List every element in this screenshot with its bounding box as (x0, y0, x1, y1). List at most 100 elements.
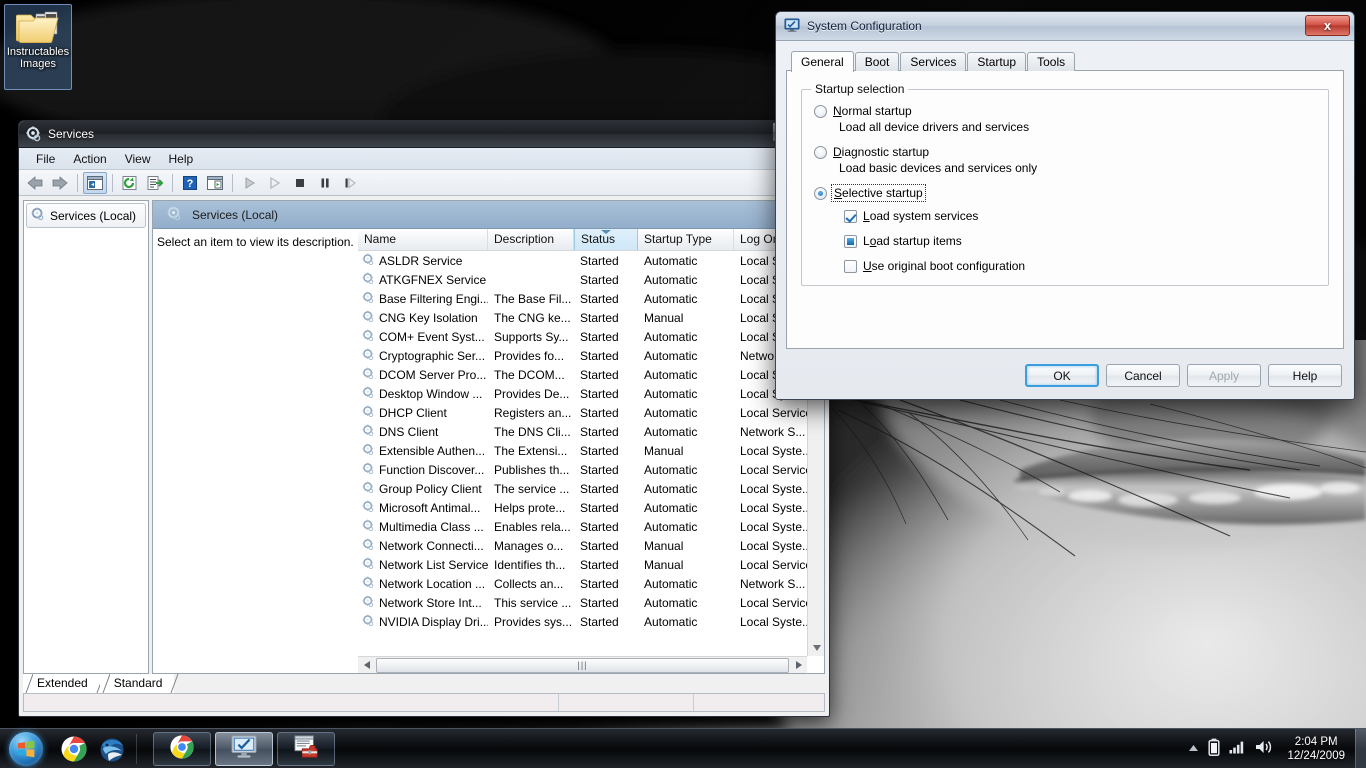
table-row[interactable]: Microsoft Antimal... Helps prote... Starte… (358, 498, 807, 517)
system-configuration-dialog[interactable]: System Configuration x General Boot Servic… (775, 11, 1355, 400)
menu-view[interactable]: View (116, 150, 160, 168)
help-button[interactable]: Help (1268, 364, 1342, 387)
desktop[interactable]: Instructables Images Services File Actio… (0, 0, 1366, 768)
help-icon[interactable]: ? (178, 172, 202, 194)
table-row[interactable]: Group Policy Client The service ... Starte… (358, 479, 807, 498)
table-row[interactable]: Multimedia Class ... Enables rela... Start… (358, 517, 807, 536)
scroll-right-arrow-icon[interactable] (790, 657, 807, 673)
msconfig-titlebar[interactable]: System Configuration x (776, 12, 1354, 41)
table-row[interactable]: DHCP Client Registers an... Started Automat… (358, 403, 807, 422)
thunderbird-icon[interactable] (98, 735, 126, 763)
services-list-rows[interactable]: ASLDR Service Started Automatic Local S... A… (358, 251, 807, 656)
taskbar-button-chrome[interactable] (153, 731, 211, 766)
column-header-status[interactable]: Status (574, 229, 638, 250)
table-row[interactable]: COM+ Event Syst... Supports Sy... Started A… (358, 327, 807, 346)
battery-icon[interactable] (1208, 738, 1220, 759)
taskbar-clock[interactable]: 2:04 PM 12/24/2009 (1281, 735, 1355, 763)
checkbox-load-system-services[interactable] (844, 209, 857, 223)
radio-row-selective-startup[interactable]: Selective startup (814, 184, 1316, 202)
column-header-name[interactable]: Name (358, 229, 488, 250)
show-hidden-icons-icon[interactable] (1188, 742, 1199, 756)
restart-service-icon[interactable] (263, 172, 287, 194)
scroll-down-arrow-icon[interactable] (808, 640, 824, 656)
services-window[interactable]: Services File Action View Help ? Service… (18, 120, 830, 717)
table-row[interactable]: Desktop Window ... Provides De... Started A… (358, 384, 807, 403)
checkbox-load-startup-items[interactable] (844, 234, 857, 248)
tab-tools[interactable]: Tools (1027, 52, 1076, 71)
table-row[interactable]: NVIDIA Display Dri... Provides sys... Star… (358, 612, 807, 631)
cancel-button[interactable]: Cancel (1106, 364, 1180, 387)
checkbox-row-load-startup-items[interactable]: Load startup items (844, 234, 1316, 248)
table-row[interactable]: Network Connecti... Manages o... Started Ma… (358, 536, 807, 555)
table-row[interactable]: Network Store Int... This service ... Star… (358, 593, 807, 612)
horizontal-scroll-thumb[interactable]: ||| (376, 657, 789, 673)
start-service-icon[interactable] (238, 172, 262, 194)
desktop-icon-instructables-images[interactable]: Instructables Images (4, 4, 72, 90)
services-list-horizontal-scrollbar[interactable]: ||| (358, 656, 807, 673)
checkbox-use-original-boot-configuration[interactable] (844, 259, 857, 273)
services-titlebar[interactable]: Services (19, 121, 829, 148)
tab-startup[interactable]: Startup (967, 52, 1027, 71)
radio-normal-startup[interactable] (814, 104, 827, 118)
services-view-tabs[interactable]: Extended Standard (23, 674, 825, 694)
services-menubar[interactable]: File Action View Help (19, 148, 829, 170)
column-header-startup[interactable]: Startup Type (638, 229, 734, 250)
services-list[interactable]: Name Description Status Startup Type Log On … (358, 229, 824, 673)
table-row[interactable]: ASLDR Service Started Automatic Local S... (358, 251, 807, 270)
refresh-icon[interactable] (118, 172, 142, 194)
ok-button[interactable]: OK (1025, 364, 1099, 387)
tab-boot[interactable]: Boot (854, 52, 900, 71)
menu-file[interactable]: File (27, 150, 64, 168)
menu-action[interactable]: Action (64, 150, 115, 168)
forward-icon[interactable] (48, 172, 72, 194)
table-row[interactable]: ATKGFNEX Service Started Automatic Local S.… (358, 270, 807, 289)
pause-service-icon[interactable] (313, 172, 337, 194)
table-row[interactable]: Base Filtering Engi... The Base Fil... Sta… (358, 289, 807, 308)
show-hide-console-tree-icon[interactable] (83, 171, 107, 194)
tab-services[interactable]: Services (900, 52, 967, 71)
tray-icons[interactable] (1180, 738, 1281, 759)
tree-node-services-local[interactable]: Services (Local) (26, 203, 146, 228)
close-icon[interactable]: x (1305, 15, 1350, 36)
msconfig-tabstrip[interactable]: General Boot Services Startup Tools (786, 50, 1344, 72)
services-toolbar[interactable]: ? (19, 170, 829, 196)
tab-general[interactable]: General (791, 51, 854, 72)
task-buttons[interactable] (153, 731, 335, 766)
chrome-icon[interactable] (60, 735, 88, 763)
menu-help[interactable]: Help (160, 150, 203, 168)
table-row[interactable]: DNS Client The DNS Cli... Started Automatic… (358, 422, 807, 441)
export-list-icon[interactable] (143, 172, 167, 194)
quick-launch[interactable] (60, 735, 126, 763)
taskbar[interactable]: 2:04 PM 12/24/2009 (0, 728, 1366, 768)
view-tab-extended[interactable]: Extended (23, 674, 105, 693)
checkbox-row-use-original-boot-configuration[interactable]: Use original boot configuration (844, 259, 1316, 273)
scroll-left-arrow-icon[interactable] (358, 657, 375, 673)
checkbox-row-load-system-services[interactable]: Load system services (844, 209, 1316, 223)
table-row[interactable]: CNG Key Isolation The CNG ke... Started Man… (358, 308, 807, 327)
start-button[interactable] (2, 730, 50, 768)
taskbar-button-services[interactable] (277, 731, 335, 766)
radio-row-diagnostic-startup[interactable]: Diagnostic startup (814, 145, 1316, 159)
table-row[interactable]: DCOM Server Pro... The DCOM... Started Auto… (358, 365, 807, 384)
radio-diagnostic-startup[interactable] (814, 145, 827, 159)
show-desktop-button[interactable] (1355, 728, 1366, 768)
show-action-pane-icon[interactable] (203, 172, 227, 194)
view-tab-standard[interactable]: Standard (99, 674, 179, 693)
back-icon[interactable] (23, 172, 47, 194)
table-row[interactable]: Cryptographic Ser... Provides fo... Starte… (358, 346, 807, 365)
stop-service-icon[interactable] (288, 172, 312, 194)
table-row[interactable]: Network Location ... Collects an... Starte… (358, 574, 807, 593)
services-list-header[interactable]: Name Description Status Startup Type Log On … (358, 229, 824, 251)
system-tray[interactable]: 2:04 PM 12/24/2009 (1180, 728, 1366, 768)
console-tree-pane[interactable]: Services (Local) (23, 200, 149, 674)
radio-selective-startup[interactable] (814, 186, 827, 200)
volume-icon[interactable] (1255, 739, 1273, 758)
column-header-description[interactable]: Description (488, 229, 574, 250)
taskbar-button-system-configuration[interactable] (215, 731, 273, 766)
network-signal-icon[interactable] (1229, 740, 1246, 757)
table-row[interactable]: Function Discover... Publishes th... Start… (358, 460, 807, 479)
resume-service-icon[interactable] (338, 172, 362, 194)
table-row[interactable]: Network List Service Identifies th... Star… (358, 555, 807, 574)
table-row[interactable]: Extensible Authen... The Extensi... Starte… (358, 441, 807, 460)
radio-row-normal-startup[interactable]: Normal startup (814, 104, 1316, 118)
